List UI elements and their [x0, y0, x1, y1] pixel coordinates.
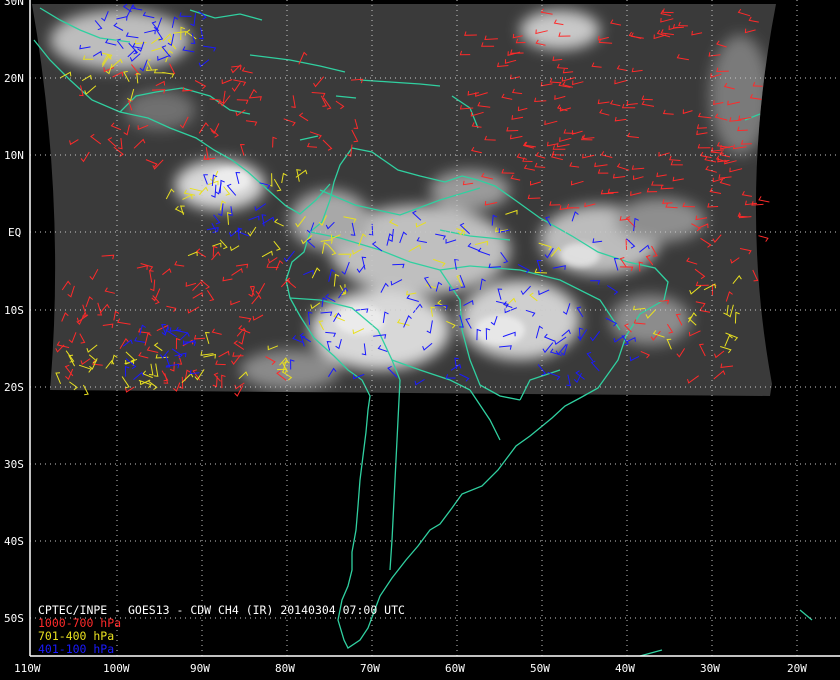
- satellite-wind-map: 30N 20N 10N EQ 10S 20S 30S 40S 50S 110W …: [0, 0, 840, 680]
- lat-label: 30N: [4, 0, 24, 8]
- lat-label: 40S: [4, 535, 24, 548]
- lon-label: 70W: [360, 662, 380, 675]
- lon-label: 20W: [787, 662, 807, 675]
- lon-label: 50W: [530, 662, 550, 675]
- lon-label: 30W: [700, 662, 720, 675]
- lon-label: 100W: [103, 662, 130, 675]
- legend-high-level: 401-100 hPa: [38, 642, 115, 656]
- lat-label: 20S: [4, 381, 24, 394]
- lat-label: 50S: [4, 612, 24, 625]
- lat-label: 30S: [4, 458, 24, 471]
- lon-label: 110W: [14, 662, 41, 675]
- lat-label: 10N: [4, 149, 24, 162]
- lat-label: 10S: [4, 304, 24, 317]
- lon-label: 40W: [615, 662, 635, 675]
- lat-label: EQ: [8, 226, 21, 239]
- lat-label: 20N: [4, 72, 24, 85]
- lon-label: 60W: [445, 662, 465, 675]
- lon-label: 90W: [190, 662, 210, 675]
- lon-label: 80W: [275, 662, 295, 675]
